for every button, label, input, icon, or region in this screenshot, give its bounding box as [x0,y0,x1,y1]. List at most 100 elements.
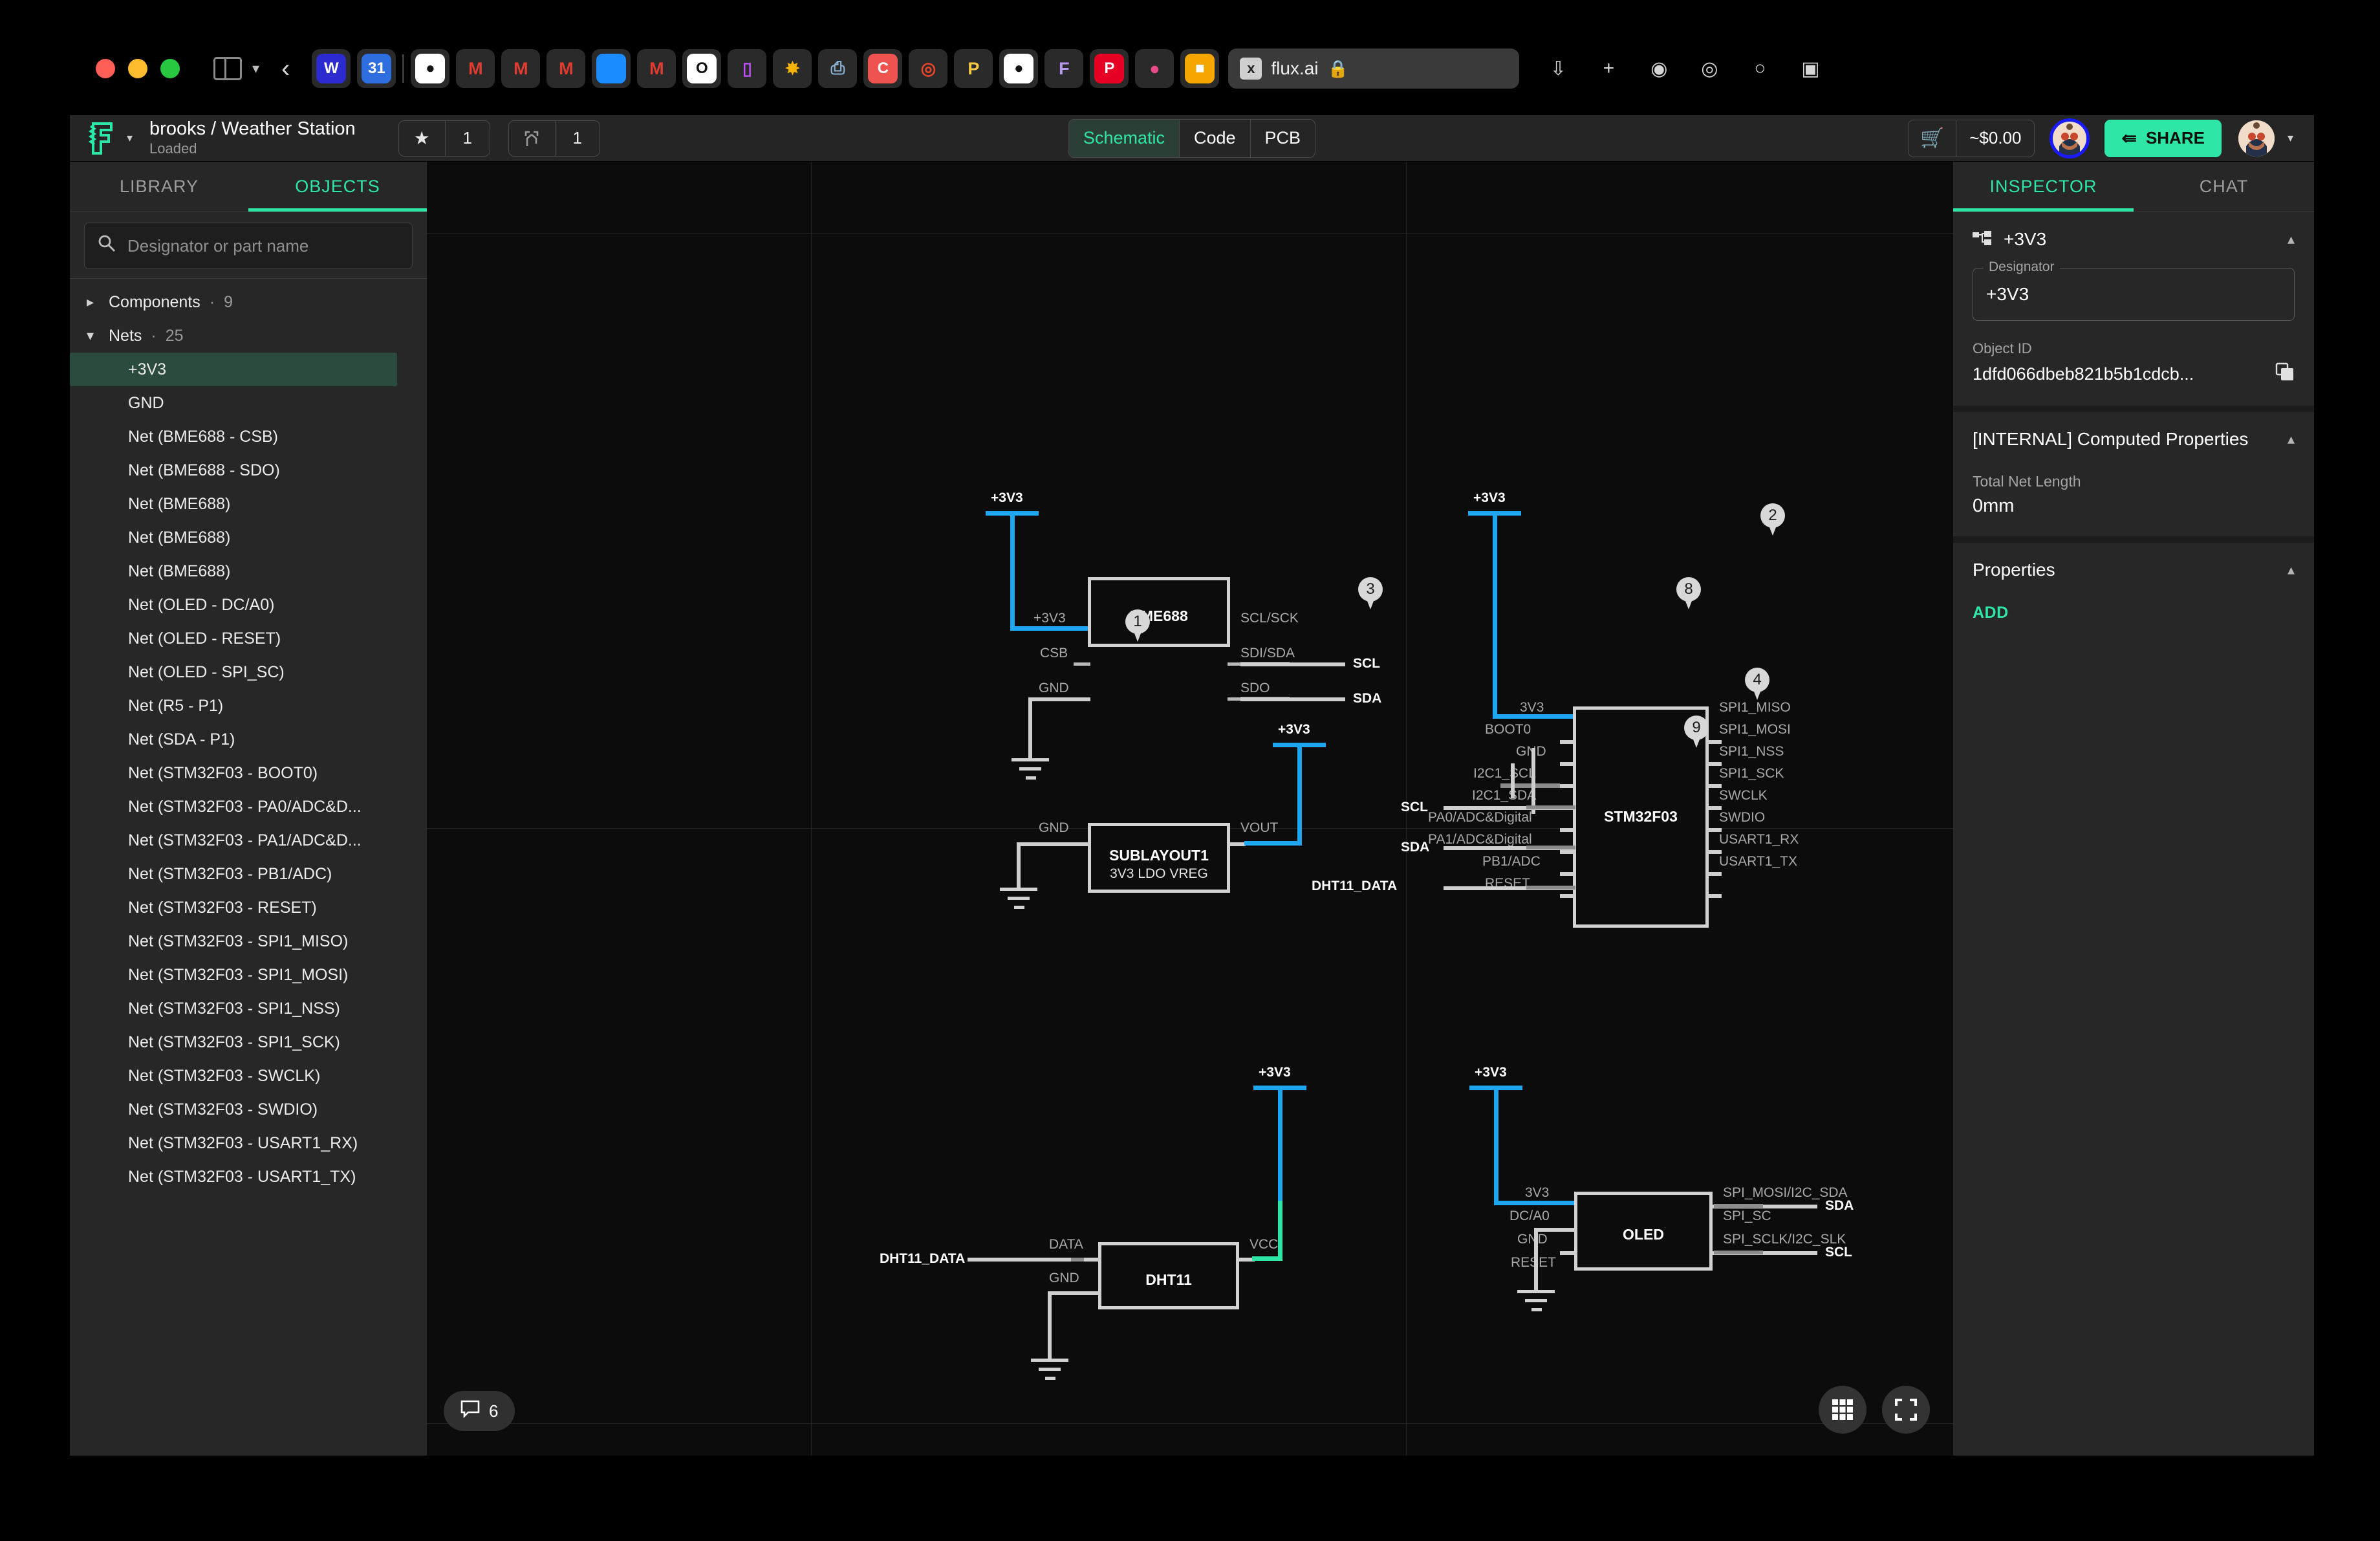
component-sublayout1[interactable]: SUBLAYOUT1 3V3 LDO VREG [1088,823,1230,893]
target-tab[interactable]: ◎ [909,49,948,88]
pin-marker-8[interactable]: 8 [1676,577,1701,611]
tab-schematic[interactable]: Schematic [1068,119,1180,157]
pin-marker-9[interactable]: 9 [1684,716,1709,749]
net-list-item[interactable]: Net (STM32F03 - PA0/ADC&D... [70,790,427,824]
net-list-item[interactable]: Net (STM32F03 - BOOT0) [70,756,427,790]
net-list-item[interactable]: Net (STM32F03 - SPI1_NSS) [70,992,427,1025]
tab-chat[interactable]: CHAT [2134,162,2314,212]
gmail-tab-3[interactable]: M [546,49,586,88]
collapse-chevron-icon[interactable]: ▴ [2288,562,2295,578]
net-list-item[interactable]: Net (STM32F03 - PA1/ADC&D... [70,824,427,857]
notes-tab[interactable]: ■ [1180,49,1220,88]
net-list-item[interactable]: Net (BME688) [70,554,427,588]
github-tab[interactable]: ● [411,49,450,88]
fit-to-screen-button[interactable] [1882,1386,1930,1434]
dribbble-tab[interactable]: ● [1135,49,1174,88]
figma-tab[interactable]: ▯ [728,49,767,88]
flux-tab[interactable]: F [1044,49,1084,88]
tree-group-nets[interactable]: ▾ Nets · 25 [70,319,427,353]
comments-button[interactable]: 6 [444,1391,515,1431]
github-tab-2[interactable]: ● [999,49,1039,88]
net-list-item[interactable]: Net (BME688 - CSB) [70,420,427,454]
maximize-window-button[interactable] [160,59,180,78]
net-list-item[interactable]: Net (OLED - SPI_SC) [70,655,427,689]
schematic-canvas[interactable]: +3V3 BME688 +3V3 CSB GND SCL/SCK SDI/SDA… [427,162,1953,1456]
gmail-tab-4[interactable]: M [637,49,676,88]
add-property-button[interactable]: ADD [1973,604,2295,622]
search-input[interactable]: Designator or part name [84,223,413,269]
download-icon[interactable]: ⇩ [1544,58,1572,80]
user-avatar[interactable] [2238,120,2275,157]
workflowy-tab[interactable]: W [312,49,351,88]
tab-inspector[interactable]: INSPECTOR [1953,162,2134,212]
net-list-item[interactable]: +3V3 [70,353,397,386]
collapse-chevron-icon[interactable]: ▴ [2288,431,2295,448]
component-oled[interactable]: OLED [1574,1192,1713,1271]
tab-objects[interactable]: OBJECTS [248,162,427,212]
net-list-item[interactable]: Net (BME688 - SDO) [70,454,427,487]
opera-tab[interactable]: O [682,49,722,88]
coda-tab[interactable]: C [863,49,903,88]
messenger-tab[interactable]: ● [592,49,631,88]
net-list-item[interactable]: Net (STM32F03 - SPI1_MISO) [70,924,427,958]
chevron-down-icon[interactable]: ▾ [252,61,259,76]
tab-code[interactable]: Code [1180,119,1251,157]
designator-field[interactable]: Designator +3V3 [1973,259,2295,321]
tabs-overview-icon[interactable]: ▣ [1796,58,1824,80]
collapse-chevron-icon[interactable]: ▴ [2288,231,2295,248]
pin-marker-3[interactable]: 3 [1358,577,1383,611]
grid-toggle-button[interactable] [1819,1386,1866,1434]
new-tab-icon[interactable]: + [1594,58,1623,80]
net-list-item[interactable]: Net (BME688) [70,521,427,554]
address-bar[interactable]: x flux.ai 🔒 [1228,49,1520,89]
sidebar-toggle-icon[interactable] [213,57,242,80]
tab-pcb[interactable]: PCB [1251,120,1315,157]
google-photos-tab[interactable]: ✸ [773,49,812,88]
net-list-item[interactable]: Net (STM32F03 - SWCLK) [70,1059,427,1093]
tree-group-components[interactable]: ▸ Components · 9 [70,285,427,319]
net-list-item[interactable]: Net (R5 - P1) [70,689,427,723]
collaborator-avatar[interactable] [2050,118,2090,158]
share-button[interactable]: ⇚ SHARE [2104,119,2222,157]
tab-library[interactable]: LIBRARY [70,162,248,212]
pinterest-tab[interactable]: P [1090,49,1129,88]
extension2-icon[interactable]: ◎ [1695,58,1724,80]
net-list-item[interactable]: Net (STM32F03 - SWDIO) [70,1093,427,1126]
properties-section-header[interactable]: Properties ▴ [1973,560,2295,580]
shield-icon[interactable]: ○ [1746,58,1774,80]
component-dht11[interactable]: DHT11 [1098,1242,1239,1309]
extension-icon[interactable]: ◉ [1645,58,1673,80]
close-window-button[interactable] [96,59,115,78]
object-section-header[interactable]: +3V3 ▴ [1973,229,2295,250]
gmail-tab-2[interactable]: M [501,49,541,88]
net-list-item[interactable]: Net (STM32F03 - SPI1_MOSI) [70,958,427,992]
logo-dropdown-icon[interactable]: ▾ [127,131,133,145]
net-list-item[interactable]: Net (STM32F03 - USART1_TX) [70,1160,427,1194]
pin-marker-1[interactable]: 1 [1125,609,1150,643]
net-list-item[interactable]: Net (BME688) [70,487,427,521]
net-list-item[interactable]: Net (STM32F03 - RESET) [70,891,427,924]
net-list-item[interactable]: Net (OLED - DC/A0) [70,588,427,622]
net-list-item[interactable]: Net (SDA - P1) [70,723,427,756]
star-counter[interactable]: ★ 1 [398,120,490,157]
copy-icon[interactable] [2275,362,2295,386]
flux-logo-icon[interactable] [88,122,116,155]
net-list-item[interactable]: Net (STM32F03 - USART1_RX) [70,1126,427,1160]
net-list-item[interactable]: Net (STM32F03 - PB1/ADC) [70,857,427,891]
minimize-window-button[interactable] [128,59,147,78]
net-list-item[interactable]: Net (STM32F03 - SPI1_SCK) [70,1025,427,1059]
user-menu-chevron-icon[interactable]: ▾ [2288,131,2293,145]
computed-section-header[interactable]: [INTERNAL] Computed Properties ▴ [1973,429,2295,450]
google-calendar-tab[interactable]: 31 [357,49,396,88]
printer-tab[interactable]: ⎙ [818,49,858,88]
pin-marker-4[interactable]: 4 [1745,668,1769,701]
net-list-item[interactable]: GND [70,386,427,420]
close-tab-icon[interactable]: x [1240,58,1262,80]
back-arrow-icon[interactable]: ‹ [281,56,290,82]
component-bme688[interactable]: BME688 [1088,577,1230,647]
cart-widget[interactable]: 🛒 ~$0.00 [1908,119,2035,157]
net-list-item[interactable]: Net (OLED - RESET) [70,622,427,655]
fork-counter[interactable]: 1 [508,120,600,157]
pitch-tab[interactable]: P [954,49,993,88]
gmail-tab-1[interactable]: M [456,49,495,88]
